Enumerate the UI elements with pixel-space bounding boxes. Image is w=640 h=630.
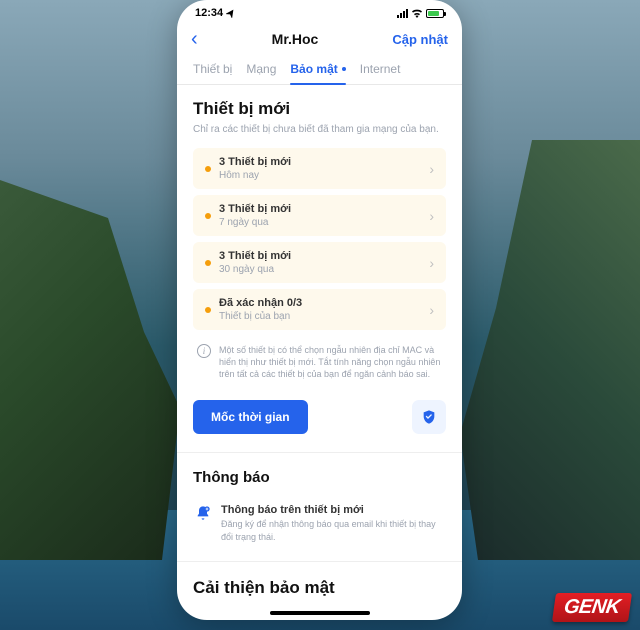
row-sub: 30 ngày qua [219, 264, 421, 275]
status-bar: 12:34 [177, 0, 462, 22]
device-row-confirmed[interactable]: Đã xác nhận 0/3 Thiết bị của bạn › [193, 289, 446, 330]
update-button[interactable]: Cập nhật [392, 32, 448, 47]
nav-bar: ‹ Mr.Hoc Cập nhật [177, 22, 462, 56]
dot-icon [205, 307, 211, 313]
improve-heading: Cải thiện bảo mật [193, 578, 446, 598]
phone-frame: 12:34 ‹ Mr.Hoc Cập nhật Thiết bị Mạng Bả… [177, 0, 462, 620]
page-title: Mr.Hoc [272, 31, 319, 47]
home-indicator[interactable] [270, 611, 370, 615]
content-scroll[interactable]: Thiết bị mới Chỉ ra các thiết bị chưa bi… [177, 85, 462, 620]
row-title: 3 Thiết bị mới [219, 203, 421, 215]
battery-icon [426, 9, 444, 18]
row-title: 3 Thiết bị mới [219, 250, 421, 262]
notif-row[interactable]: Thông báo trên thiết bị mới Đăng ký để n… [193, 498, 446, 560]
row-sub: Thiết bị của bạn [219, 311, 421, 322]
location-icon [226, 8, 236, 18]
info-icon: i [197, 344, 211, 358]
genk-logo: GENK [552, 593, 632, 622]
chevron-right-icon: › [429, 208, 434, 224]
tab-internet[interactable]: Internet [360, 62, 401, 84]
dot-icon [205, 166, 211, 172]
tab-devices[interactable]: Thiết bị [193, 62, 232, 84]
device-row-today[interactable]: 3 Thiết bị mới Hôm nay › [193, 148, 446, 189]
notif-heading: Thông báo [193, 469, 446, 486]
info-text: Một số thiết bị có thể chọn ngẫu nhiên đ… [219, 344, 442, 380]
section-subtitle: Chỉ ra các thiết bị chưa biết đã tham gi… [193, 123, 446, 136]
chevron-right-icon: › [429, 255, 434, 271]
device-row-7days[interactable]: 3 Thiết bị mới 7 ngày qua › [193, 195, 446, 236]
timeline-button[interactable]: Mốc thời gian [193, 400, 308, 434]
signal-icon [397, 9, 408, 18]
tab-bar: Thiết bị Mạng Bảo mật Internet [177, 56, 462, 85]
bell-plus-icon [195, 505, 211, 521]
shield-check-icon [421, 409, 437, 425]
wifi-icon [411, 8, 423, 18]
chevron-right-icon: › [429, 302, 434, 318]
dot-icon [205, 213, 211, 219]
device-row-30days[interactable]: 3 Thiết bị mới 30 ngày qua › [193, 242, 446, 283]
tab-network[interactable]: Mạng [246, 62, 276, 84]
info-note: i Một số thiết bị có thể chọn ngẫu nhiên… [193, 336, 446, 388]
notif-title: Thông báo trên thiết bị mới [221, 504, 444, 516]
status-time: 12:34 [195, 7, 223, 19]
row-sub: 7 ngày qua [219, 217, 421, 228]
back-button[interactable]: ‹ [191, 28, 198, 51]
tab-security[interactable]: Bảo mật [290, 62, 345, 84]
row-title: Đã xác nhận 0/3 [219, 297, 421, 309]
section-title: Thiết bị mới [193, 99, 446, 119]
tab-dot-icon [342, 67, 346, 71]
notif-sub: Đăng ký để nhận thông báo qua email khi … [221, 518, 444, 542]
row-title: 3 Thiết bị mới [219, 156, 421, 168]
dot-icon [205, 260, 211, 266]
chevron-right-icon: › [429, 161, 434, 177]
shield-button[interactable] [412, 400, 446, 434]
row-sub: Hôm nay [219, 170, 421, 181]
